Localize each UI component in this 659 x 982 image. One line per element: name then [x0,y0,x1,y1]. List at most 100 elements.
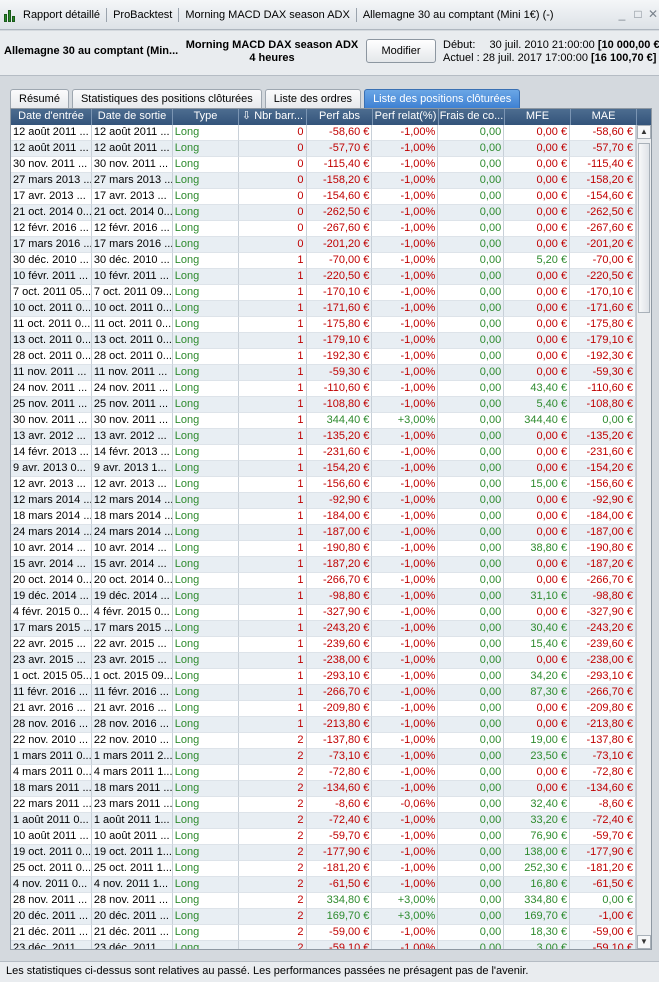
table-row[interactable]: 18 mars 2011 ... 18 mars 2011 ... Long 2 -13… [11,781,636,797]
table-row[interactable]: 22 nov. 2010 ... 22 nov. 2010 ... Long 2 -13… [11,733,636,749]
table-row[interactable]: 13 oct. 2011 0... 13 oct. 2011 0... Long 1-… [11,333,636,349]
table-row[interactable]: 21 déc. 2011 ... 21 déc. 2011 ... Long 2 -59… [11,925,636,941]
title-bar: Rapport détaillé ProBacktest Morning MAC… [0,0,659,30]
column-rel-perf[interactable]: Perf relat(%) [373,109,439,125]
title-item-probacktest[interactable]: ProBacktest [113,9,172,21]
table-row[interactable]: 21 avr. 2016 ... 21 avr. 2016 ... Long 1 -20… [11,701,636,717]
bar-count-cell: 2 [238,733,307,749]
column-bar-count[interactable]: ⇩ Nbr barr... [239,109,307,125]
column-mfe[interactable]: MFE [505,109,571,125]
exit-date-cell: 12 août 2011 ... [91,125,173,141]
abs-perf-cell: -8,60 € [306,797,373,813]
scroll-down-icon[interactable]: ▼ [637,935,651,949]
tab-order-list[interactable]: Liste des ordres [264,89,362,109]
table-row[interactable]: 12 mars 2014 ... 12 mars 2014 ... Long 1 -92… [11,493,636,509]
bar-count-cell: 0 [238,189,307,205]
table-row[interactable]: 23 avr. 2015 ... 23 avr. 2015 ... Long 1 -23… [11,653,636,669]
table-row[interactable]: 1 oct. 2015 05... 1 oct. 2015 09... Long 1-… [11,669,636,685]
table-row[interactable]: 10 févr. 2011 ... 10 févr. 2011 ... Long 1-… [11,269,636,285]
tab-summary[interactable]: Résumé [10,89,69,109]
table-row[interactable]: 25 oct. 2011 0... 25 oct. 2011 1... Long 2-… [11,861,636,877]
entry-date-cell: 13 avr. 2012 ... [11,429,92,445]
table-row[interactable]: 22 mars 2011 ... 23 mars 2011 ... Long 2 -8,… [11,797,636,813]
table-row[interactable]: 17 mars 2015 ... 17 mars 2015 ... Long 1 -24… [11,621,636,637]
table-row[interactable]: 24 mars 2014 ... 24 mars 2014 ... Long 1 -18… [11,525,636,541]
column-abs-perf[interactable]: Perf abs [307,109,373,125]
table-row[interactable]: 12 août 2011 ... 12 août 2011 ... Long 0 -57… [11,141,636,157]
table-row[interactable]: 20 oct. 2014 0... 20 oct. 2014 0... Long 1-… [11,573,636,589]
mfe-cell: 0,00 € [504,349,571,365]
table-row[interactable]: 1 août 2011 0... 1 août 2011 1... Long 2 -72… [11,813,636,829]
table-row[interactable]: 17 avr. 2013 ... 17 avr. 2013 ... Long 0 -15… [11,189,636,205]
abs-perf-cell: -267,60 € [306,221,373,237]
table-row[interactable]: 10 août 2011 ... 10 août 2011 ... Long 2 -59… [11,829,636,845]
rel-perf-cell: -1,00% [372,829,439,845]
mfe-cell: 138,00 € [504,845,571,861]
current-date: 28 juil. 2017 17:00:00 [482,52,588,64]
table-row[interactable]: 28 oct. 2011 0... 28 oct. 2011 0... Long 1-… [11,349,636,365]
maximize-icon[interactable]: □ [632,8,644,20]
table-row[interactable]: 27 mars 2013 ... 27 mars 2013 ... Long 0 -15… [11,173,636,189]
fees-cell: 0,00 [438,253,505,269]
table-row[interactable]: 10 oct. 2011 0... 10 oct. 2011 0... Long 1-… [11,301,636,317]
table-row[interactable]: 12 août 2011 ... 12 août 2011 ... Long 0 -58… [11,125,636,141]
vertical-scrollbar[interactable]: ▲ ▼ [636,125,651,949]
table-row[interactable]: 19 oct. 2011 0... 19 oct. 2011 1... Long 2-… [11,845,636,861]
table-row[interactable]: 4 févr. 2015 0... 4 févr. 2015 0... Long 1-… [11,605,636,621]
table-row[interactable]: 30 déc. 2010 ... 30 déc. 2010 ... Long 1 -70… [11,253,636,269]
minimize-icon[interactable]: _ [616,8,628,20]
table-row[interactable]: 30 nov. 2011 ... 30 nov. 2011 ... Long 1 344… [11,413,636,429]
scroll-up-icon[interactable]: ▲ [637,125,651,139]
disclaimer: Les statistiques ci-dessus sont relative… [0,961,659,982]
table-row[interactable]: 30 nov. 2011 ... 30 nov. 2011 ... Long 0 -11… [11,157,636,173]
table-row[interactable]: 15 avr. 2014 ... 15 avr. 2014 ... Long 1 -18… [11,557,636,573]
table-row[interactable]: 21 oct. 2014 0... 21 oct. 2014 0... Long 0-… [11,205,636,221]
rel-perf-cell: -1,00% [372,205,439,221]
table-row[interactable]: 14 févr. 2013 ... 14 févr. 2013 ... Long 1-… [11,445,636,461]
table-row[interactable]: 18 mars 2014 ... 18 mars 2014 ... Long 1 -18… [11,509,636,525]
table-row[interactable]: 11 nov. 2011 ... 11 nov. 2011 ... Long 1 -59… [11,365,636,381]
mfe-cell: 32,40 € [504,797,571,813]
table-row[interactable]: 23 déc. 2011 ... 23 déc. 2011 ... Long 2 -59… [11,941,636,949]
title-item-strategy[interactable]: Morning MACD DAX season ADX [185,9,349,21]
title-item-report[interactable]: Rapport détaillé [23,9,100,21]
bar-count-cell: 1 [238,285,307,301]
tab-closed-positions-list[interactable]: Liste des positions clôturées [364,89,521,109]
table-row[interactable]: 7 oct. 2011 05... 7 oct. 2011 09... Long 1-… [11,285,636,301]
table-row[interactable]: 12 avr. 2013 ... 12 avr. 2013 ... Long 1 -15… [11,477,636,493]
column-fees[interactable]: Frais de co... [439,109,505,125]
scroll-thumb[interactable] [638,143,650,313]
table-row[interactable]: 19 déc. 2014 ... 19 déc. 2014 ... Long 1 -98… [11,589,636,605]
bar-count-cell: 0 [238,237,307,253]
column-type[interactable]: Type [173,109,239,125]
exit-date-cell: 20 déc. 2011 ... [91,909,173,925]
tab-closed-position-stats[interactable]: Statistiques des positions clôturées [71,89,262,109]
column-entry-date[interactable]: Date d'entrée [11,109,92,125]
table-row[interactable]: 28 nov. 2016 ... 28 nov. 2016 ... Long 1 -21… [11,717,636,733]
table-row[interactable]: 1 mars 2011 0... 1 mars 2011 2... Long 2 -73… [11,749,636,765]
column-exit-date[interactable]: Date de sortie [92,109,173,125]
rel-perf-cell: -1,00% [372,941,439,949]
table-row[interactable]: 24 nov. 2011 ... 24 nov. 2011 ... Long 1 -11… [11,381,636,397]
table-row[interactable]: 10 avr. 2014 ... 10 avr. 2014 ... Long 1 -19… [11,541,636,557]
table-row[interactable]: 20 déc. 2011 ... 20 déc. 2011 ... Long 2 169… [11,909,636,925]
table-row[interactable]: 11 oct. 2011 0... 11 oct. 2011 0... Long 1-… [11,317,636,333]
table-row[interactable]: 13 avr. 2012 ... 13 avr. 2012 ... Long 1 -13… [11,429,636,445]
table-row[interactable]: 4 nov. 2011 0... 4 nov. 2011 1... Long 2 -61… [11,877,636,893]
column-mae[interactable]: MAE [571,109,637,125]
table-row[interactable]: 9 avr. 2013 0... 9 avr. 2013 1... Long 1 -15… [11,461,636,477]
abs-perf-cell: -239,60 € [306,637,373,653]
table-row[interactable]: 4 mars 2011 0... 4 mars 2011 1... Long 2 -72… [11,765,636,781]
close-icon[interactable]: ✕ [647,8,659,20]
table-row[interactable]: 12 févr. 2016 ... 12 févr. 2016 ... Long 0-… [11,221,636,237]
mae-cell: -57,70 € [570,141,636,157]
mfe-cell: 0,00 € [504,237,571,253]
entry-date-cell: 18 mars 2014 ... [11,509,92,525]
table-row[interactable]: 25 nov. 2011 ... 25 nov. 2011 ... Long 1 -10… [11,397,636,413]
table-row[interactable]: 22 avr. 2015 ... 22 avr. 2015 ... Long 1 -23… [11,637,636,653]
table-row[interactable]: 11 févr. 2016 ... 11 févr. 2016 ... Long 1-… [11,685,636,701]
title-item-instrument[interactable]: Allemagne 30 au comptant (Mini 1€) (-) [363,9,554,21]
modify-button[interactable]: Modifier [366,39,436,63]
table-row[interactable]: 17 mars 2016 ... 17 mars 2016 ... Long 0 -20… [11,237,636,253]
table-row[interactable]: 28 nov. 2011 ... 28 nov. 2011 ... Long 2 334… [11,893,636,909]
